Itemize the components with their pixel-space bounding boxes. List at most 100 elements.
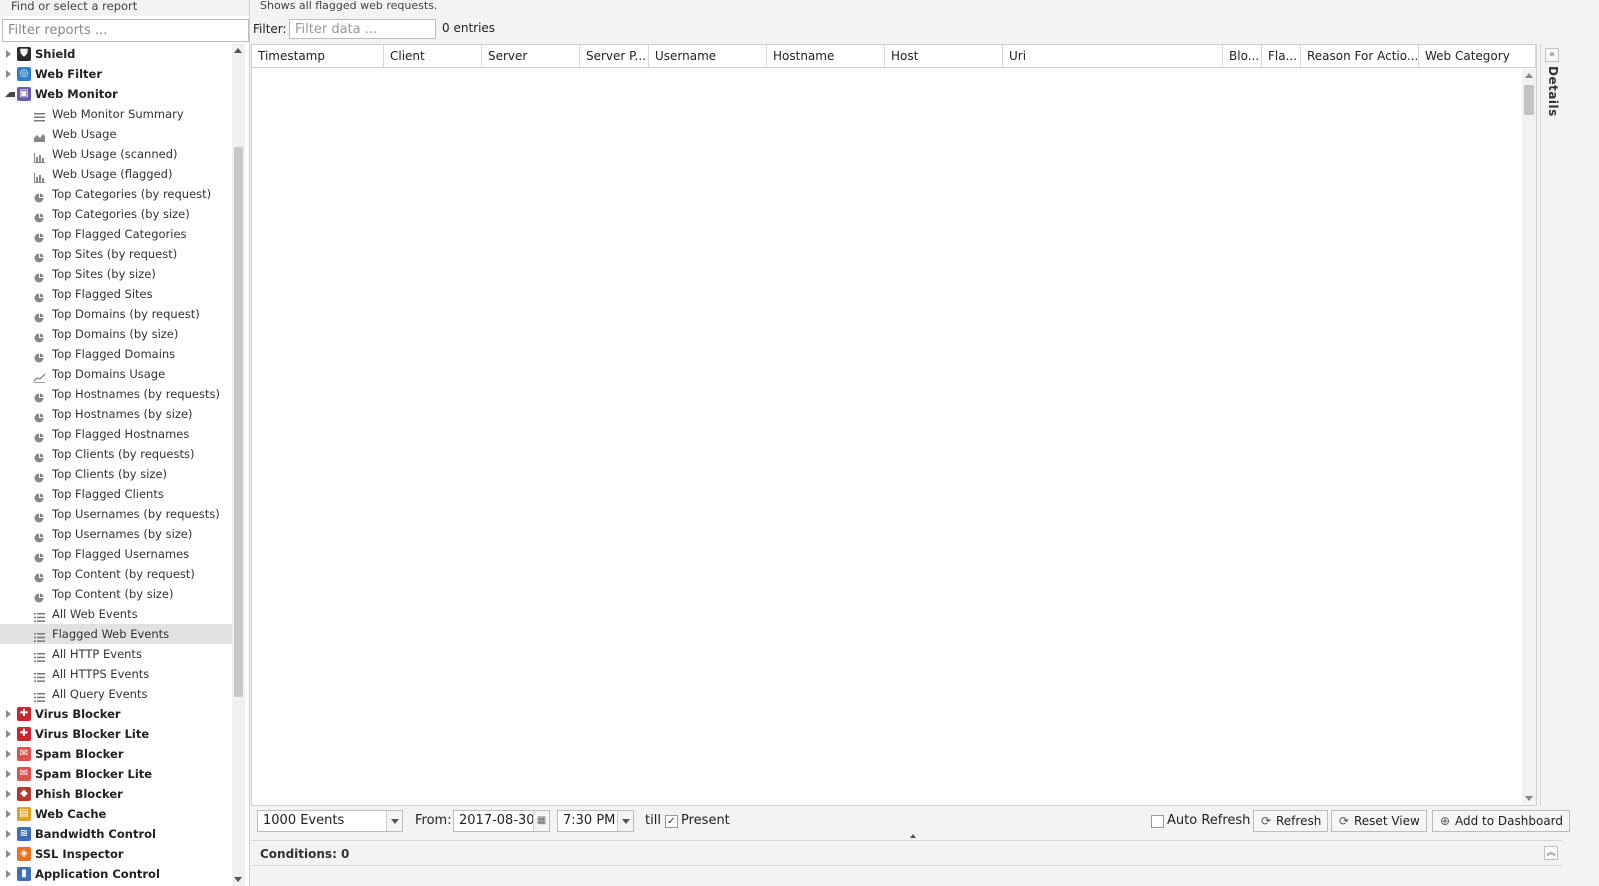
- chevron-down-icon[interactable]: [617, 811, 633, 831]
- column-header-reason-for-action[interactable]: Reason For Actio...: [1301, 45, 1419, 68]
- tree-app-application-control[interactable]: ▮ Application Control: [0, 864, 237, 884]
- tree-app-spam-blocker[interactable]: ✉ Spam Blocker: [0, 744, 237, 764]
- column-header-blocked[interactable]: Blo...: [1223, 45, 1262, 68]
- tree-report-all-https-events[interactable]: All HTTPS Events: [0, 664, 237, 684]
- tree-app-web-filter[interactable]: ◎ Web Filter: [0, 64, 237, 84]
- collapsed-triangle-icon[interactable]: [6, 70, 11, 78]
- expanded-triangle-icon[interactable]: [5, 92, 15, 97]
- tree-report-top-clients-by-size[interactable]: Top Clients (by size): [0, 464, 237, 484]
- bandwidth-control-icon: ≋: [17, 827, 31, 841]
- ssl-inspector-icon: ◈: [17, 847, 31, 861]
- column-header-server[interactable]: Server: [482, 45, 580, 68]
- scroll-down-arrow-icon[interactable]: [234, 877, 242, 882]
- tree-app-virus-blocker-lite[interactable]: ✚ Virus Blocker Lite: [0, 724, 237, 744]
- tree-app-web-cache[interactable]: ▤ Web Cache: [0, 804, 237, 824]
- tree-report-top-flagged-categories[interactable]: Top Flagged Categories: [0, 224, 237, 244]
- from-time-select[interactable]: 7:30 PM: [557, 810, 634, 832]
- tree-report-top-usernames-by-size[interactable]: Top Usernames (by size): [0, 524, 237, 544]
- tree-report-top-categories-by-size[interactable]: Top Categories (by size): [0, 204, 237, 224]
- collapsed-triangle-icon[interactable]: [6, 830, 11, 838]
- from-date-field[interactable]: 2017-08-30 ▦: [453, 810, 550, 832]
- tree-report-web-usage-flagged[interactable]: Web Usage (flagged): [0, 164, 237, 184]
- tree-report-all-query-events[interactable]: All Query Events: [0, 684, 237, 704]
- collapsed-triangle-icon[interactable]: [6, 770, 11, 778]
- pie-chart-icon: [33, 429, 46, 443]
- tree-report-top-domains-usage[interactable]: Top Domains Usage: [0, 364, 237, 384]
- tree-report-top-domains-by-request[interactable]: Top Domains (by request): [0, 304, 237, 324]
- column-header-web-category[interactable]: Web Category: [1419, 45, 1536, 68]
- tree-report-top-hostnames-by-size[interactable]: Top Hostnames (by size): [0, 404, 237, 424]
- tree-report-top-flagged-usernames[interactable]: Top Flagged Usernames: [0, 544, 237, 564]
- collapsed-triangle-icon[interactable]: [6, 50, 11, 58]
- events-limit-select[interactable]: 1000 Events: [257, 810, 403, 832]
- add-to-dashboard-button[interactable]: ⊕ Add to Dashboard: [1432, 810, 1571, 832]
- list-icon: [33, 629, 46, 642]
- collapsed-triangle-icon[interactable]: [6, 730, 11, 738]
- column-header-client[interactable]: Client: [384, 45, 482, 68]
- tree-report-all-http-events[interactable]: All HTTP Events: [0, 644, 237, 664]
- column-header-hostname[interactable]: Hostname: [767, 45, 885, 68]
- report-tree-scrollbar[interactable]: [232, 44, 245, 886]
- tree-report-top-sites-by-request[interactable]: Top Sites (by request): [0, 244, 237, 264]
- tree-report-top-content-by-size[interactable]: Top Content (by size): [0, 584, 237, 604]
- column-header-username[interactable]: Username: [649, 45, 767, 68]
- tree-report-top-flagged-domains[interactable]: Top Flagged Domains: [0, 344, 237, 364]
- expand-details-icon[interactable]: «: [1545, 48, 1559, 62]
- expand-up-icon[interactable]: ︽: [1544, 846, 1558, 860]
- tree-report-top-domains-by-size[interactable]: Top Domains (by size): [0, 324, 237, 344]
- tree-report-web-monitor-summary[interactable]: Web Monitor Summary: [0, 104, 237, 124]
- tree-report-top-flagged-sites[interactable]: Top Flagged Sites: [0, 284, 237, 304]
- present-checkbox[interactable]: ✓: [665, 815, 678, 828]
- scroll-thumb[interactable]: [1524, 85, 1534, 115]
- collapsed-triangle-icon[interactable]: [6, 750, 11, 758]
- tree-app-ssl-inspector[interactable]: ◈ SSL Inspector: [0, 844, 237, 864]
- details-label[interactable]: Details: [1546, 66, 1560, 117]
- collapsed-triangle-icon[interactable]: [6, 710, 11, 718]
- grid-scrollbar[interactable]: [1522, 69, 1536, 805]
- tree-report-top-sites-by-size[interactable]: Top Sites (by size): [0, 264, 237, 284]
- present-label[interactable]: Present: [681, 813, 730, 828]
- column-header-server-port[interactable]: Server P...: [580, 45, 649, 68]
- scroll-up-arrow-icon[interactable]: [234, 48, 242, 53]
- calendar-icon[interactable]: ▦: [533, 811, 549, 831]
- scroll-down-arrow-icon[interactable]: [1525, 796, 1533, 801]
- tree-report-top-flagged-clients[interactable]: Top Flagged Clients: [0, 484, 237, 504]
- collapsed-triangle-icon[interactable]: [6, 810, 11, 818]
- filter-reports-input[interactable]: [2, 19, 249, 42]
- tree-report-top-usernames-by-requests[interactable]: Top Usernames (by requests): [0, 504, 237, 524]
- scroll-up-arrow-icon[interactable]: [1525, 73, 1533, 78]
- tree-report-flagged-web-events[interactable]: Flagged Web Events: [0, 624, 237, 644]
- tree-app-virus-blocker[interactable]: ✚ Virus Blocker: [0, 704, 237, 724]
- tree-app-spam-blocker-lite[interactable]: ✉ Spam Blocker Lite: [0, 764, 237, 784]
- filter-data-input[interactable]: [289, 19, 436, 39]
- column-header-uri[interactable]: Uri: [1003, 45, 1223, 68]
- conditions-label[interactable]: Conditions: 0: [260, 847, 349, 861]
- auto-refresh-label[interactable]: Auto Refresh: [1167, 813, 1250, 828]
- collapsed-triangle-icon[interactable]: [6, 850, 11, 858]
- tree-app-phish-blocker[interactable]: ◆ Phish Blocker: [0, 784, 237, 804]
- tree-report-top-flagged-hostnames[interactable]: Top Flagged Hostnames: [0, 424, 237, 444]
- spam-blocker-lite-icon: ✉: [17, 767, 31, 781]
- tree-app-bandwidth-control[interactable]: ≋ Bandwidth Control: [0, 824, 237, 844]
- reset-view-button[interactable]: ⟳ Reset View: [1331, 810, 1427, 832]
- spam-blocker-icon: ✉: [17, 747, 31, 761]
- collapsed-triangle-icon[interactable]: [6, 790, 11, 798]
- tree-app-web-monitor[interactable]: ▣ Web Monitor: [0, 84, 237, 104]
- tree-app-shield[interactable]: ⛊ Shield: [0, 44, 237, 64]
- tree-report-web-usage[interactable]: Web Usage: [0, 124, 237, 144]
- tree-report-top-categories-by-request[interactable]: Top Categories (by request): [0, 184, 237, 204]
- column-header-host[interactable]: Host: [885, 45, 1003, 68]
- virus-blocker-lite-icon: ✚: [17, 727, 31, 741]
- column-header-flagged[interactable]: Fla...: [1262, 45, 1301, 68]
- auto-refresh-checkbox[interactable]: [1151, 815, 1164, 828]
- scroll-thumb[interactable]: [234, 147, 243, 697]
- tree-report-top-hostnames-by-requests[interactable]: Top Hostnames (by requests): [0, 384, 237, 404]
- tree-report-web-usage-scanned[interactable]: Web Usage (scanned): [0, 144, 237, 164]
- tree-report-top-content-by-request[interactable]: Top Content (by request): [0, 564, 237, 584]
- tree-report-all-web-events[interactable]: All Web Events: [0, 604, 237, 624]
- collapsed-triangle-icon[interactable]: [6, 870, 11, 878]
- column-header-timestamp[interactable]: Timestamp: [252, 45, 384, 68]
- refresh-button[interactable]: ⟳ Refresh: [1253, 810, 1329, 832]
- tree-report-top-clients-by-requests[interactable]: Top Clients (by requests): [0, 444, 237, 464]
- chevron-down-icon[interactable]: [386, 811, 402, 831]
